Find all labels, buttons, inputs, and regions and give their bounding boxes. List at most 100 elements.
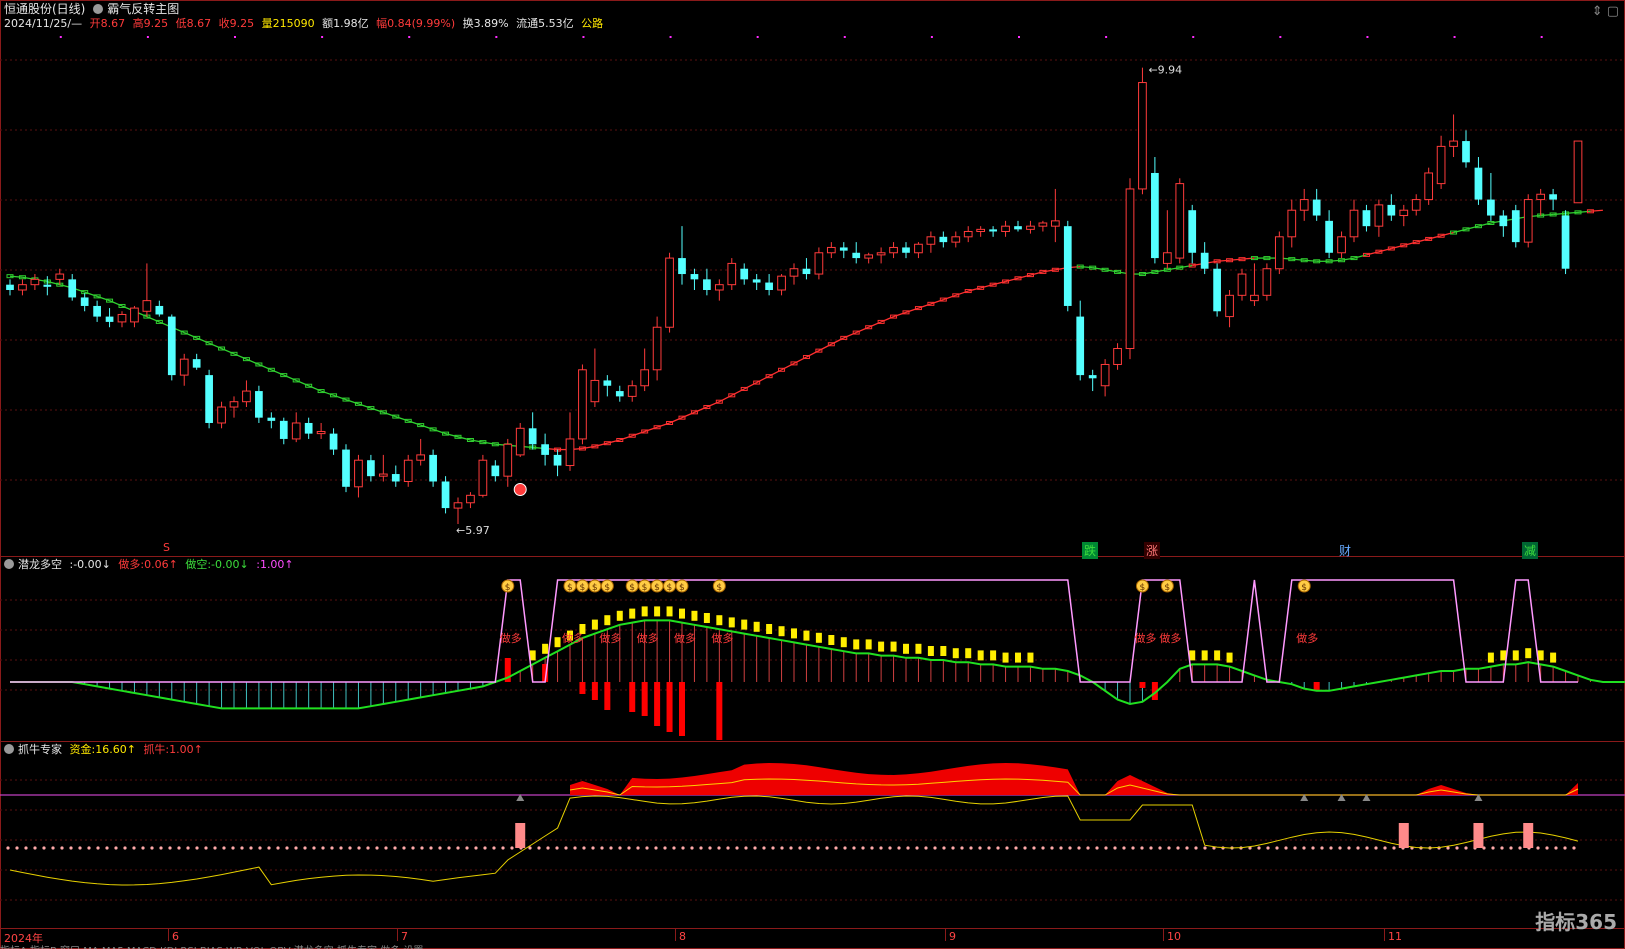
ma-line-segment xyxy=(196,337,210,344)
candle-body-up xyxy=(55,273,65,280)
yellow-bar xyxy=(753,621,760,632)
yellow-bar xyxy=(803,630,810,641)
event-label-rise[interactable]: 涨 xyxy=(1144,542,1161,559)
dotted-level-point xyxy=(888,846,892,850)
candle-body-up xyxy=(951,236,961,243)
ma-line-segment xyxy=(706,401,720,408)
event-label-finance[interactable]: 财 xyxy=(1337,542,1353,559)
dotted-level-point xyxy=(1455,846,1459,850)
candle-body-down xyxy=(1063,226,1072,306)
candle-body-up xyxy=(1026,225,1035,230)
candle-body-up xyxy=(503,443,513,477)
yellow-bar xyxy=(1002,652,1009,663)
ma-line-segment xyxy=(681,411,695,419)
dotted-level-point xyxy=(1500,846,1504,850)
dotted-level-point xyxy=(969,846,973,850)
yellow-bar xyxy=(741,619,748,630)
dotted-level-point xyxy=(780,846,784,850)
candle-body-down xyxy=(329,433,338,450)
dotted-level-point xyxy=(150,846,154,850)
top-marker-dot xyxy=(843,36,846,38)
top-marker-dot xyxy=(1018,36,1020,38)
yellow-bar xyxy=(952,648,959,659)
dotted-level-point xyxy=(555,846,559,850)
dotted-level-point xyxy=(600,846,604,850)
dotted-level-point xyxy=(222,846,226,850)
top-marker-dot xyxy=(146,36,149,38)
dotted-level-point xyxy=(771,846,775,850)
yellow-bar xyxy=(1027,652,1034,663)
dotted-level-point xyxy=(285,846,289,850)
dotted-level-point xyxy=(978,846,982,850)
ma-line-segment xyxy=(793,356,807,364)
candle-body-down xyxy=(553,454,562,466)
dotted-level-point xyxy=(402,846,406,850)
candle-body-up xyxy=(316,430,326,435)
ma-line-segment xyxy=(1241,257,1255,260)
s-marker: S xyxy=(163,541,170,554)
money-bag-symbol: $ xyxy=(567,583,573,593)
dotted-level-point xyxy=(438,846,442,850)
red-short-bar xyxy=(579,682,586,694)
bull-signal-bar xyxy=(515,823,526,848)
candle-body-down xyxy=(1561,215,1570,269)
candle-body-down xyxy=(279,420,288,439)
bull-signal-bar xyxy=(1398,823,1409,848)
chart-canvas[interactable]: ←9.94←5.97$ $ $ $ $ $ $ $ $ $ $ $ $ $做多 做多 做多 做多 做多 做多 做多 做多… xyxy=(0,0,1625,928)
dotted-level-point xyxy=(1185,846,1189,850)
ma-line-segment xyxy=(719,394,733,403)
candle-body-down xyxy=(1499,215,1508,227)
dotted-level-point xyxy=(708,846,712,850)
dotted-level-point xyxy=(1095,846,1099,850)
ma-line-segment xyxy=(843,331,857,339)
candle-body-up xyxy=(217,406,226,424)
dotted-level-point xyxy=(942,846,946,850)
candle-body-down xyxy=(167,316,176,376)
top-marker-dot xyxy=(234,36,236,38)
ma-line-segment xyxy=(1080,265,1093,269)
candle-body-down xyxy=(603,380,612,386)
dotted-level-point xyxy=(591,846,595,850)
candle-body-down xyxy=(391,474,400,482)
ma-line-segment xyxy=(880,315,894,323)
candle-body-up xyxy=(1536,193,1546,201)
candle-body-down xyxy=(255,391,263,418)
dotted-level-point xyxy=(834,846,838,850)
candle-body-down xyxy=(1151,172,1159,259)
red-short-bar xyxy=(629,682,636,712)
candle-body-up xyxy=(1113,348,1122,365)
dotted-level-point xyxy=(159,846,163,850)
bull-signal-label: 做多 xyxy=(637,631,659,645)
candle-body-up xyxy=(714,284,724,291)
yellow-bar xyxy=(890,641,897,652)
dotted-level-point xyxy=(798,846,802,850)
red-short-bar xyxy=(666,682,673,732)
indicator-tabs[interactable]: 指标A 指标B 窗口 MA MA5 MACD KDJ RSI BIAS WR V… xyxy=(0,942,1625,949)
candle-body-up xyxy=(1225,294,1234,318)
candle-body-down xyxy=(1511,210,1520,243)
ma-line-segment xyxy=(320,390,334,396)
candle-body-up xyxy=(403,459,413,482)
top-marker-dot xyxy=(495,36,498,38)
dotted-level-point xyxy=(474,846,478,850)
candle-body-down xyxy=(68,279,77,298)
dotted-level-point xyxy=(69,846,73,850)
dotted-level-point xyxy=(231,846,235,850)
event-label-reduce[interactable]: 减 xyxy=(1522,542,1539,559)
bull-signal-label: 做多 xyxy=(1134,631,1156,645)
yellow-bar xyxy=(853,639,860,650)
ma-line-segment xyxy=(955,290,969,296)
dotted-level-point xyxy=(672,846,676,850)
top-marker-dot xyxy=(756,36,759,38)
dotted-level-point xyxy=(546,846,550,850)
event-label-fall[interactable]: 跌 xyxy=(1082,542,1099,559)
dotted-level-point xyxy=(51,846,55,850)
candle-body-up xyxy=(814,252,824,275)
dotted-level-point xyxy=(1023,846,1027,850)
candle-body-up xyxy=(826,246,836,254)
dotted-level-point xyxy=(960,846,964,850)
dotted-level-point xyxy=(1563,846,1567,850)
candle-body-down xyxy=(155,305,164,315)
yellow-bar xyxy=(679,608,685,619)
yellow-bar xyxy=(691,610,698,621)
